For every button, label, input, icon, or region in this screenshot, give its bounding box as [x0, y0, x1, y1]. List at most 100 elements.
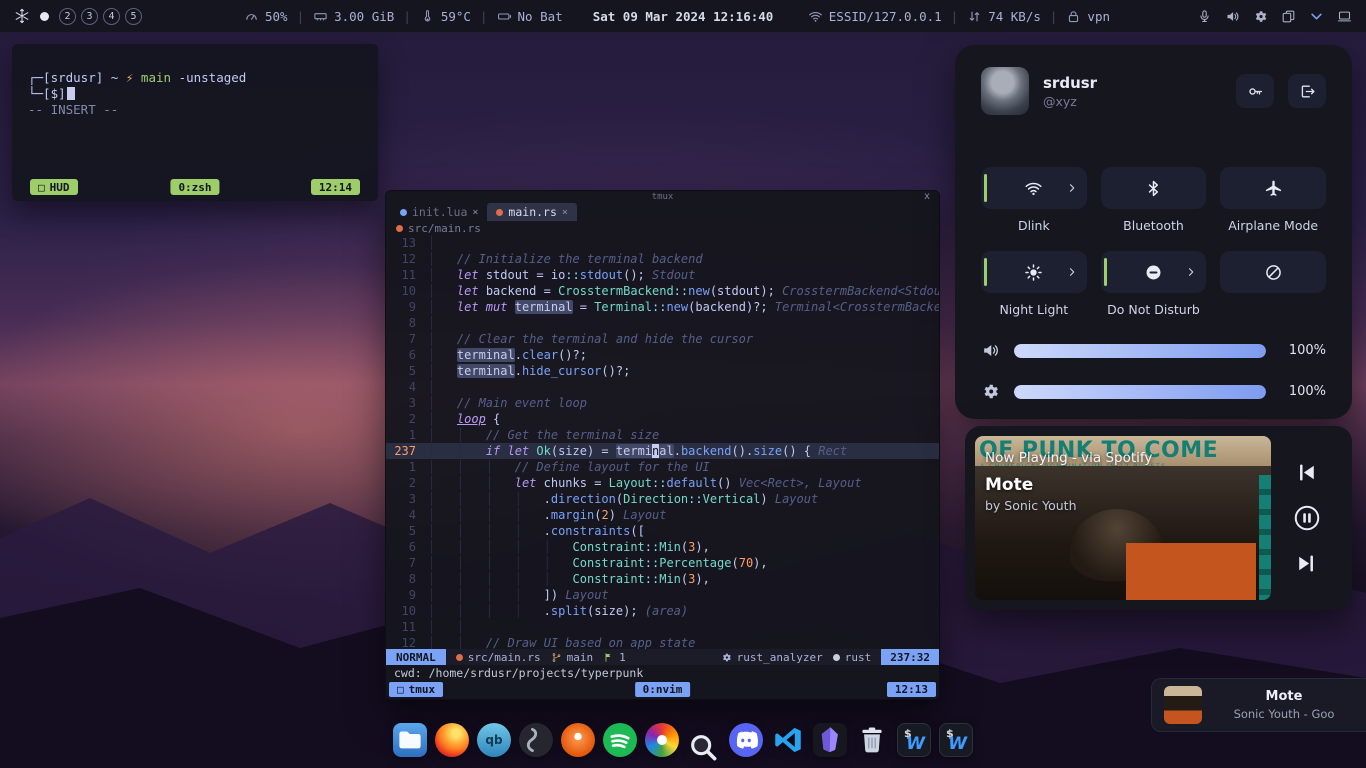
- tmux-badge[interactable]: □tmux: [389, 682, 443, 697]
- toggle-label: Do Not Disturb: [1107, 302, 1200, 317]
- winapp2-dock-icon[interactable]: $W: [939, 723, 973, 757]
- vscode-dock-icon[interactable]: [771, 723, 805, 757]
- obsidian-dock-icon[interactable]: [813, 723, 847, 757]
- workspace-active-dot[interactable]: [40, 12, 49, 21]
- profile-text: srdusr @xyz: [1043, 74, 1097, 109]
- git-branch-name: main: [141, 70, 171, 85]
- cpu-icon: [244, 9, 259, 24]
- wifi-stat[interactable]: ESSID/127.0.0.1: [808, 9, 942, 24]
- tab-main.rs[interactable]: main.rs×: [487, 203, 577, 221]
- vpn-stat[interactable]: vpn: [1066, 9, 1110, 24]
- chevron-down-icon[interactable]: [1309, 9, 1324, 24]
- brightness-slider[interactable]: [1014, 385, 1266, 399]
- now-playing-overlay: Now Playing - via Spotify Mote by Sonic …: [985, 450, 1263, 513]
- tab-bar: init.lua×main.rs×: [386, 203, 939, 221]
- code-line: 10│ │ │ │ .split(size); (area): [386, 603, 939, 619]
- tab-close-icon[interactable]: ×: [562, 207, 568, 218]
- files-dock-icon[interactable]: [393, 723, 427, 757]
- toggle-label: Airplane Mode: [1228, 218, 1318, 233]
- previous-track-button[interactable]: [1294, 460, 1319, 485]
- launcher-dock-icon[interactable]: [561, 723, 595, 757]
- code-line: 6│ terminal.clear()?;: [386, 347, 939, 363]
- window-title: tmux: [652, 192, 674, 202]
- pause-button[interactable]: [1292, 503, 1322, 533]
- tab-close-icon[interactable]: ×: [472, 207, 478, 218]
- filetype-icon: [400, 209, 407, 216]
- tab-label: init.lua: [412, 205, 467, 219]
- notification-album-thumb: [1164, 686, 1202, 724]
- screen-layout-icon[interactable]: [1337, 9, 1352, 24]
- qutebrowser-dock-icon[interactable]: qb: [477, 723, 511, 757]
- now-playing-source: Now Playing - via Spotify: [985, 450, 1263, 466]
- clock[interactable]: Sat 09 Mar 2024 12:16:40: [593, 9, 774, 24]
- volume-slider[interactable]: [1014, 344, 1266, 358]
- volume-icon[interactable]: [1225, 9, 1240, 24]
- terminal-content[interactable]: ┌─[srdusr] ~ ⚡ main -unstaged └─[$] -- I…: [12, 44, 378, 118]
- discord-dock-icon[interactable]: [729, 723, 763, 757]
- chevron-right-icon[interactable]: [1185, 266, 1197, 278]
- code-lines[interactable]: 13│ 12│ // Initialize the terminal backe…: [386, 235, 939, 649]
- toggle-bluetooth[interactable]: [1101, 167, 1207, 209]
- workspace-3[interactable]: 3: [81, 8, 98, 25]
- workspace-2[interactable]: 2: [59, 8, 76, 25]
- toggle-night-light[interactable]: [981, 251, 1087, 293]
- next-track-button[interactable]: [1294, 551, 1319, 576]
- trash-dock-icon[interactable]: [855, 723, 889, 757]
- spotify-dock-icon[interactable]: [603, 723, 637, 757]
- statusline-diagnostics: 1: [603, 651, 626, 664]
- notification-text: Mote Sonic Youth - Goo: [1212, 689, 1356, 721]
- toggle-label: Night Light: [999, 302, 1068, 317]
- mode-indicator: NORMAL: [386, 649, 446, 665]
- tab-init.lua[interactable]: init.lua ×: [391, 203, 487, 221]
- settings-icon[interactable]: [1253, 9, 1268, 24]
- tray-icons: [1197, 9, 1352, 24]
- clipboard-icon[interactable]: [1281, 9, 1296, 24]
- diagnostic-flag-icon: [603, 652, 614, 663]
- terminal-window[interactable]: ┌─[srdusr] ~ ⚡ main -unstaged └─[$] -- I…: [12, 44, 378, 201]
- code-line: 3│ // Main event loop: [386, 395, 939, 411]
- toggle-do-not-disturb[interactable]: [1101, 251, 1207, 293]
- separator: |: [297, 9, 305, 24]
- status-area: ESSID/127.0.0.1 | 74 KB/s | vpn: [808, 9, 1352, 24]
- statusline-filetype: rust: [833, 651, 872, 664]
- chevron-right-icon[interactable]: [1066, 266, 1078, 278]
- nvim-session-badge[interactable]: 0:nvim: [635, 682, 691, 697]
- network-speed-icon: [967, 9, 982, 24]
- code-line: 12│ │ // Draw UI based on app state: [386, 635, 939, 649]
- mic-icon[interactable]: [1197, 9, 1212, 24]
- code-line: 5│ │ │ │ .constraints([: [386, 523, 939, 539]
- editor-window[interactable]: tmux x init.lua×main.rs× src/main.rs 13│…: [385, 190, 940, 700]
- toggle-airplane-mode[interactable]: [1220, 167, 1326, 209]
- netspeed-stat: 74 KB/s: [967, 9, 1041, 24]
- media-controls: [1271, 436, 1342, 600]
- prompt-path: ~: [111, 70, 119, 85]
- prompt-open: ┌─[: [28, 70, 51, 85]
- winapp-dock-icon[interactable]: $W: [897, 723, 931, 757]
- statusline-lsp: rust_analyzer: [721, 651, 823, 664]
- distro-logo-icon[interactable]: [14, 8, 30, 24]
- dock: qb $W$W: [393, 715, 973, 765]
- track-artist: by Sonic Youth: [985, 498, 1263, 513]
- notification-title: Mote: [1212, 689, 1356, 704]
- toggle-extra[interactable]: [1220, 251, 1326, 293]
- filetype-icon: [496, 209, 503, 216]
- search-dock-icon[interactable]: [687, 731, 721, 765]
- chevron-right-icon[interactable]: [1066, 182, 1078, 194]
- code-line: 10│ let backend = CrosstermBackend::new(…: [386, 283, 939, 299]
- hud-badge[interactable]: □HUD: [30, 179, 78, 195]
- winbar: src/main.rs: [386, 221, 939, 235]
- workspace-5[interactable]: 5: [125, 8, 142, 25]
- photos-dock-icon[interactable]: [645, 723, 679, 757]
- terminal-dock-icon[interactable]: [519, 723, 553, 757]
- close-button[interactable]: x: [924, 191, 930, 202]
- logout-button[interactable]: [1288, 74, 1326, 108]
- separator: |: [480, 9, 488, 24]
- firefox-dock-icon[interactable]: [435, 723, 469, 757]
- workspace-4[interactable]: 4: [103, 8, 120, 25]
- control-center: srdusr @xyz DlinkBluetoothAirplane ModeN…: [955, 45, 1352, 419]
- password-key-button[interactable]: [1236, 74, 1274, 108]
- zsh-session-badge[interactable]: 0:zsh: [170, 179, 219, 195]
- system-stats: 50% | 3.00 GiB | 59°C | No Bat: [244, 9, 563, 24]
- toggle-dlink[interactable]: [981, 167, 1087, 209]
- notification-popup[interactable]: Mote Sonic Youth - Goo: [1151, 678, 1366, 732]
